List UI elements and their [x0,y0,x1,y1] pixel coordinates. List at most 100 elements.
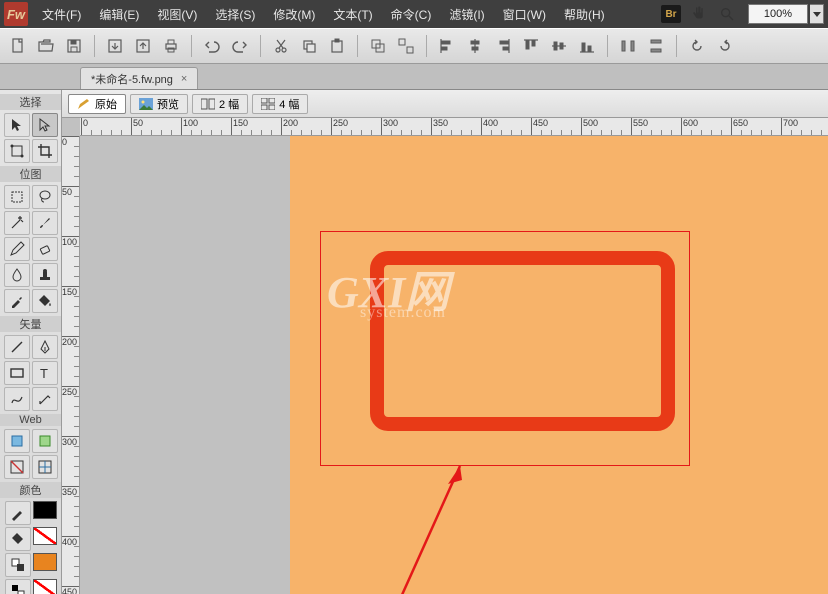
menu-help[interactable]: 帮助(H) [556,0,613,28]
tab-close-icon[interactable]: × [181,73,187,85]
slice-tool[interactable] [32,429,58,453]
align-bottom-button[interactable] [575,34,599,58]
freeform-tool[interactable] [4,387,30,411]
print-button[interactable] [159,34,183,58]
show-slices-button[interactable] [32,455,58,479]
subselect-tool[interactable] [32,113,58,137]
rounded-rectangle-shape[interactable] [370,251,675,431]
menu-edit[interactable]: 编辑(E) [91,0,147,28]
fill-color-picker[interactable] [5,527,31,551]
document-tab-strip: *未命名-5.fw.png × [0,64,828,90]
eyedropper-tool[interactable] [4,289,30,313]
blur-tool[interactable] [4,263,30,287]
app-logo: Fw [4,2,28,26]
hide-slices-button[interactable] [4,455,30,479]
svg-text:T: T [40,366,48,381]
fill-color-swatch[interactable] [33,527,57,545]
zoom-dropdown[interactable] [810,4,824,24]
import-button[interactable] [103,34,127,58]
canvas-viewport[interactable]: GXI网 system.com [80,136,828,594]
menu-text[interactable]: 文本(T) [325,0,380,28]
knife-tool[interactable] [32,387,58,411]
open-button[interactable] [34,34,58,58]
document-tab-label: *未命名-5.fw.png [91,71,173,87]
eraser-tool[interactable] [32,237,58,261]
image-icon [139,98,153,110]
hand-icon[interactable] [688,3,710,25]
marquee-tool[interactable] [4,185,30,209]
scale-tool[interactable] [4,139,30,163]
menu-file[interactable]: 文件(F) [34,0,89,28]
tools-section-bitmap: 位图 [0,166,61,182]
text-tool[interactable]: T [32,361,58,385]
pen-tool[interactable] [32,335,58,359]
copy-button[interactable] [297,34,321,58]
document-tab[interactable]: *未命名-5.fw.png × [80,67,198,89]
export-button[interactable] [131,34,155,58]
new-doc-button[interactable] [6,34,30,58]
view-tab-2up[interactable]: 2 幅 [192,94,248,114]
menu-commands[interactable]: 命令(C) [383,0,440,28]
rotate-ccw-button[interactable] [685,34,709,58]
swap-colors-button[interactable] [5,553,31,577]
align-right-button[interactable] [491,34,515,58]
rotate-cw-button[interactable] [713,34,737,58]
stroke-color-picker[interactable] [5,501,31,525]
main-area: 选择 位图 [0,90,828,594]
crop-tool[interactable] [32,139,58,163]
view-tab-original[interactable]: 原始 [68,94,126,114]
pencil-icon [77,98,91,110]
bridge-icon[interactable]: Br [660,3,682,25]
pointer-tool[interactable] [4,113,30,137]
tools-section-web: Web [0,414,61,426]
rectangle-tool[interactable] [4,361,30,385]
pencil-tool[interactable] [4,237,30,261]
canvas-color-swatch[interactable] [33,553,57,571]
menu-modify[interactable]: 修改(M) [265,0,323,28]
align-left-button[interactable] [435,34,459,58]
no-color-button[interactable] [33,579,57,594]
annotation-arrow [330,456,470,594]
group-button[interactable] [366,34,390,58]
watermark-subtext: system.com [360,304,446,322]
brush-tool[interactable] [32,211,58,235]
undo-button[interactable] [200,34,224,58]
menu-select[interactable]: 选择(S) [207,0,263,28]
menu-bar: Fw 文件(F) 编辑(E) 视图(V) 选择(S) 修改(M) 文本(T) 命… [0,0,828,28]
zoom-level[interactable]: 100% [748,4,808,24]
stamp-tool[interactable] [32,263,58,287]
stroke-color-swatch[interactable] [33,501,57,519]
magic-wand-tool[interactable] [4,211,30,235]
line-tool[interactable] [4,335,30,359]
align-center-h-button[interactable] [463,34,487,58]
menu-view[interactable]: 视图(V) [149,0,205,28]
search-icon[interactable] [716,3,738,25]
view-mode-tabs: 原始 预览 2 幅 4 幅 [62,90,828,118]
ruler-horizontal: 0501001502002503003504004505005506006507… [80,118,828,136]
menu-filter[interactable]: 滤镜(I) [441,0,492,28]
save-button[interactable] [62,34,86,58]
ruler-vertical: 050100150200250300350400450 [62,136,80,594]
align-middle-v-button[interactable] [547,34,571,58]
tools-section-select: 选择 [0,94,61,110]
paste-button[interactable] [325,34,349,58]
view-tab-4up[interactable]: 4 幅 [252,94,308,114]
paint-bucket-tool[interactable] [32,289,58,313]
four-up-icon [261,98,275,110]
tools-section-colors: 颜色 [0,482,61,498]
distribute-h-button[interactable] [616,34,640,58]
menu-window[interactable]: 窗口(W) [495,0,554,28]
toolbar [0,28,828,64]
view-tab-preview[interactable]: 预览 [130,94,188,114]
align-top-button[interactable] [519,34,543,58]
ungroup-button[interactable] [394,34,418,58]
hotspot-tool[interactable] [4,429,30,453]
tools-panel: 选择 位图 [0,90,62,594]
lasso-tool[interactable] [32,185,58,209]
two-up-icon [201,98,215,110]
redo-button[interactable] [228,34,252,58]
default-colors-button[interactable] [5,579,31,594]
tools-section-vector: 矢量 [0,316,61,332]
cut-button[interactable] [269,34,293,58]
distribute-v-button[interactable] [644,34,668,58]
